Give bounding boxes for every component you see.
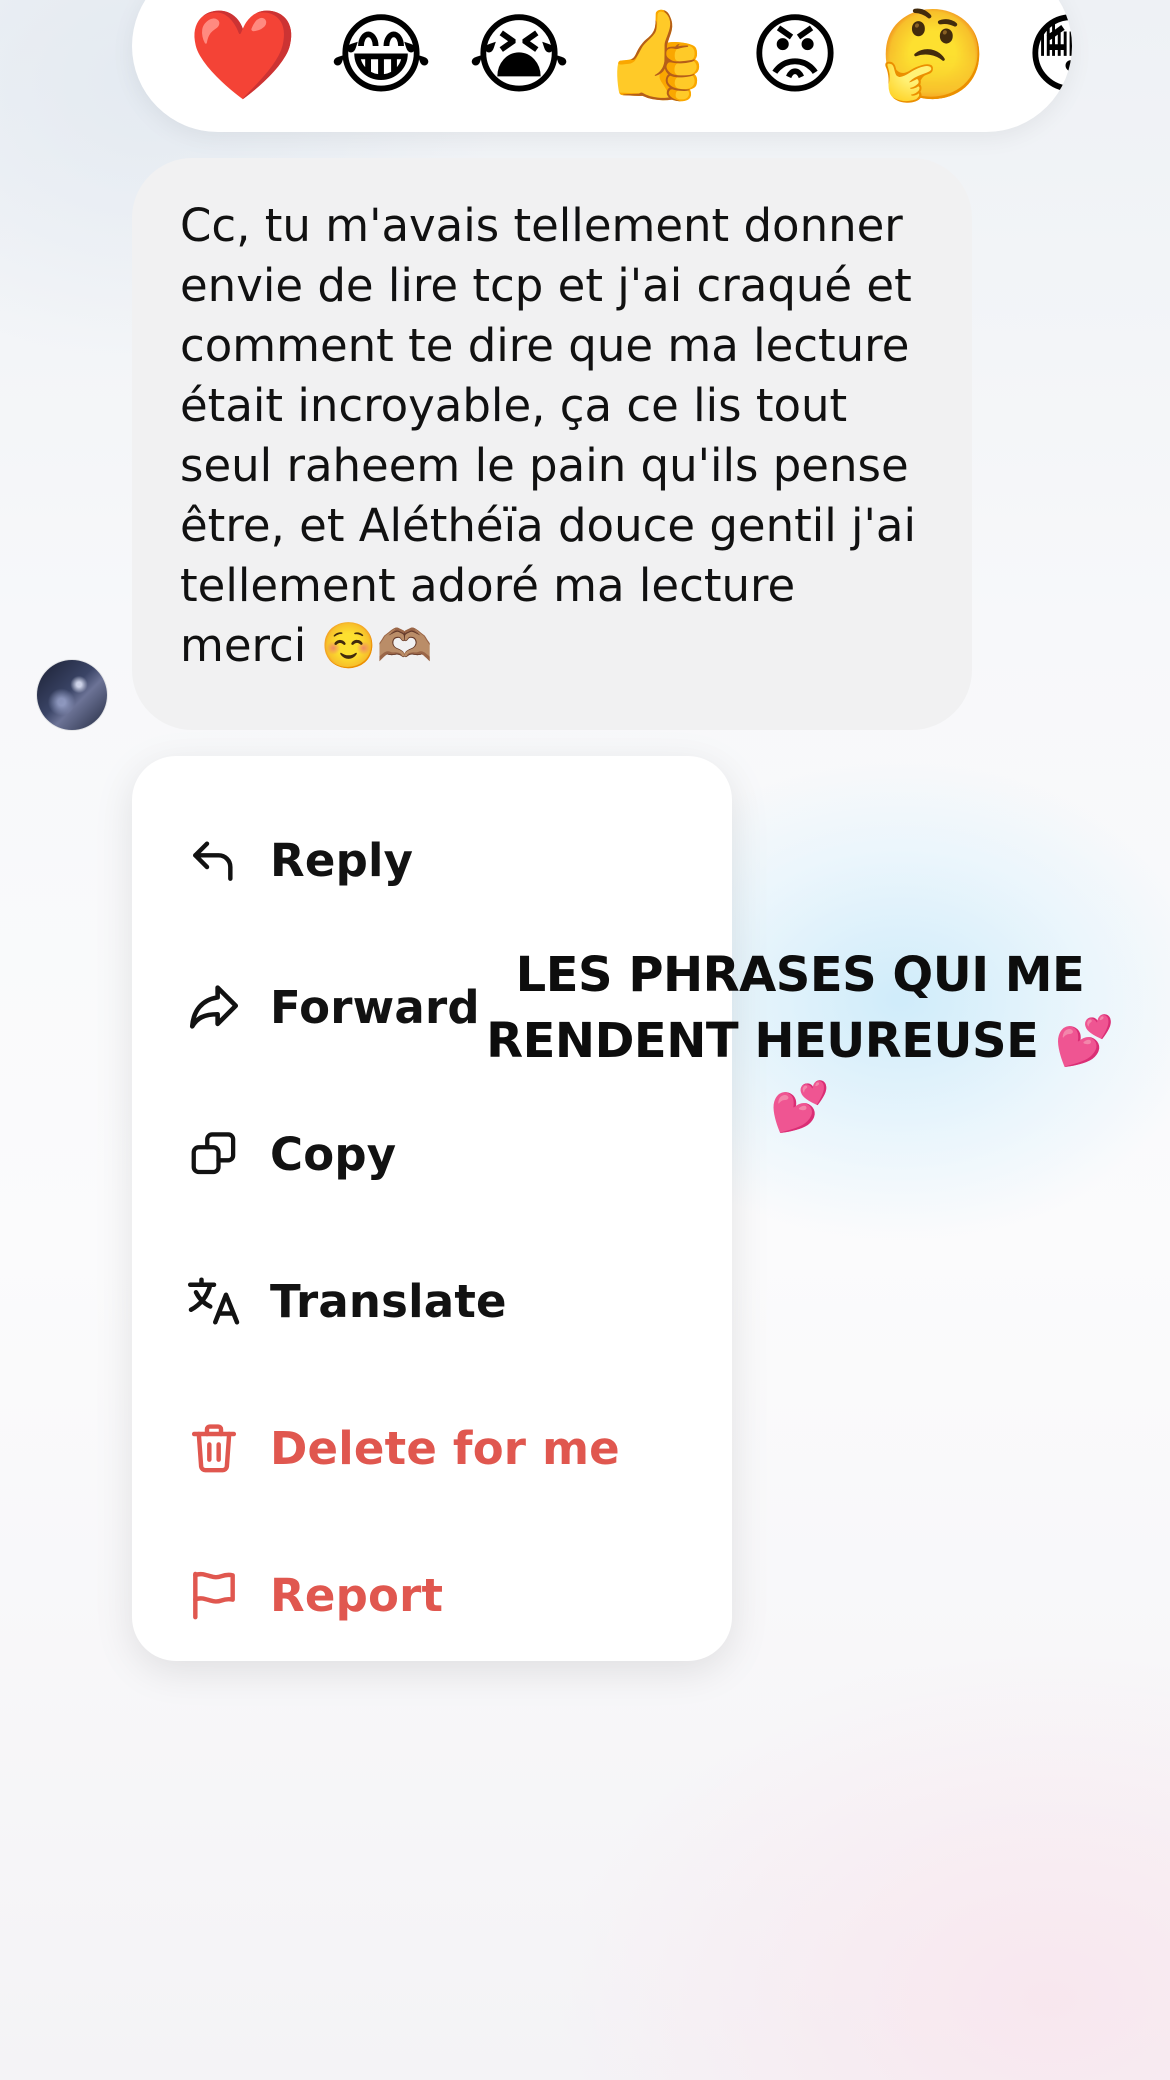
copy-icon — [184, 1124, 244, 1184]
menu-item-delete[interactable]: Delete for me — [184, 1408, 704, 1488]
overlay-caption: LES PHRASES QUI ME RENDENT HEUREUSE 💕💕 — [486, 947, 1114, 1135]
menu-label-copy: Copy — [270, 1127, 397, 1181]
message-bubble[interactable]: Cc, tu m'avais tellement donner envie de… — [132, 158, 972, 730]
reaction-laughing[interactable]: 😂 — [326, 0, 436, 110]
forward-icon — [184, 977, 244, 1037]
menu-label-translate: Translate — [270, 1274, 507, 1328]
menu-label-report: Report — [270, 1568, 444, 1622]
avatar[interactable] — [37, 660, 107, 730]
menu-label-forward: Forward — [270, 980, 480, 1034]
translate-icon — [184, 1271, 244, 1331]
reaction-thinking[interactable]: 🤔 — [878, 0, 988, 110]
menu-item-reply[interactable]: Reply — [184, 820, 704, 900]
menu-label-delete: Delete for me — [270, 1421, 620, 1475]
reaction-thumbs-up[interactable]: 👍 — [602, 0, 712, 110]
trash-icon — [184, 1418, 244, 1478]
reaction-bar: ❤️ 😂 😭 👍 😡 🤔 😳 — [132, 0, 1072, 132]
reaction-heart[interactable]: ❤️ — [188, 0, 298, 110]
flag-icon — [184, 1565, 244, 1625]
menu-item-report[interactable]: Report — [184, 1555, 704, 1635]
reply-icon — [184, 830, 244, 890]
reaction-flushed[interactable]: 😳 — [1016, 0, 1072, 110]
reaction-crying[interactable]: 😭 — [464, 0, 574, 110]
menu-item-translate[interactable]: Translate — [184, 1261, 704, 1341]
menu-label-reply: Reply — [270, 833, 414, 887]
context-menu: Reply Forward Copy Translate Delete for … — [132, 756, 732, 1661]
reaction-angry[interactable]: 😡 — [740, 0, 850, 110]
message-text: Cc, tu m'avais tellement donner envie de… — [180, 199, 916, 672]
